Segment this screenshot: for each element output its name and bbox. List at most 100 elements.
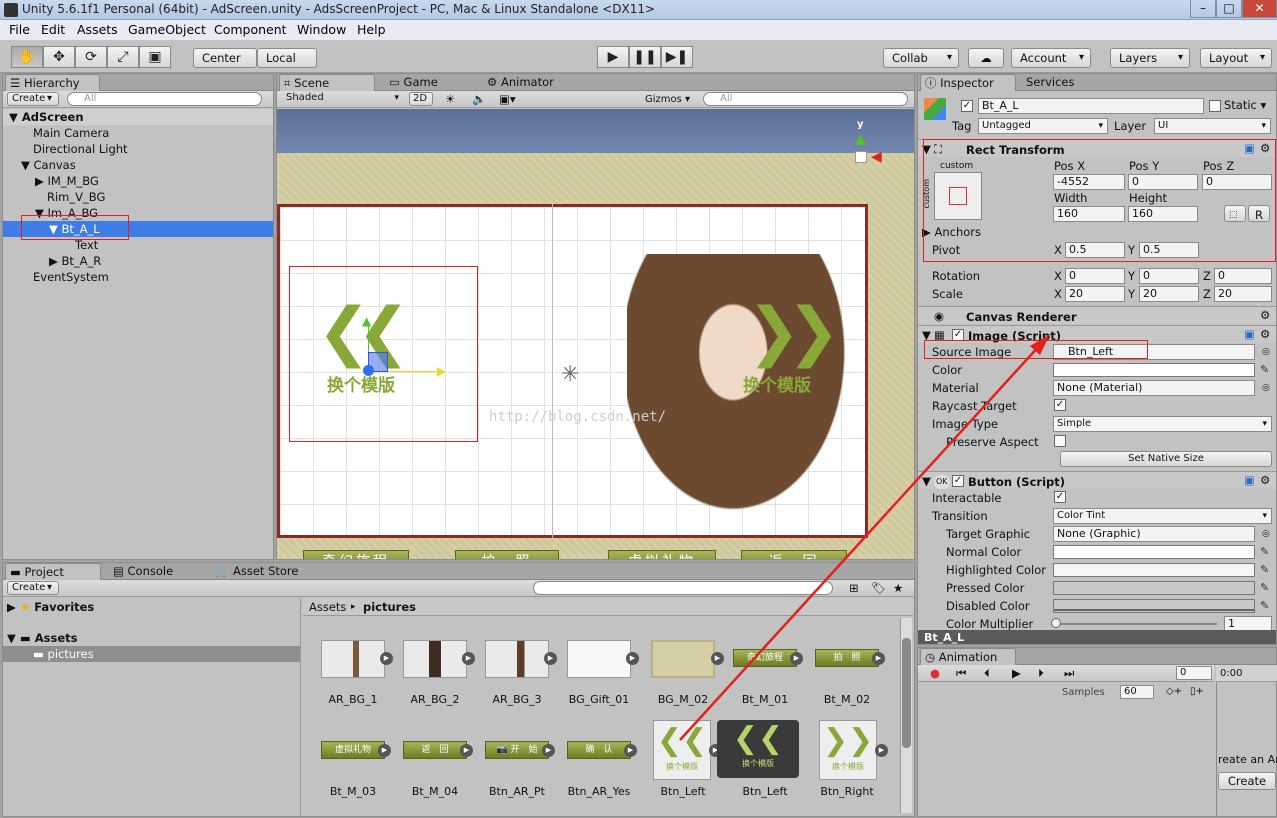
close-button[interactable]: ✕ xyxy=(1242,0,1277,18)
account-dropdown[interactable]: Account xyxy=(1011,48,1091,68)
orientation-y-cone-icon[interactable]: ▲ xyxy=(855,131,866,147)
scene-search-input[interactable]: All xyxy=(703,92,908,106)
play-icon[interactable]: ▶ xyxy=(544,652,557,665)
set-native-size-button[interactable]: Set Native Size xyxy=(1060,451,1272,467)
canvas-renderer-header[interactable]: ◉ Canvas Renderer ⚙ xyxy=(918,306,1276,324)
gizmos-dropdown[interactable]: Gizmos ▾ xyxy=(645,93,690,107)
play-icon[interactable]: ▶ xyxy=(380,652,393,665)
frame-field[interactable]: 0 xyxy=(1176,666,1212,680)
asset-thumb-btn-left[interactable]: ❮❮ 换个模版 xyxy=(653,720,711,780)
disabled-color-swatch[interactable] xyxy=(1053,599,1255,613)
play-icon[interactable]: ▶ xyxy=(711,652,724,665)
pressed-color-swatch[interactable] xyxy=(1053,581,1255,595)
menu-file[interactable]: File xyxy=(9,22,30,37)
eyedropper-icon[interactable]: ✎ xyxy=(1260,582,1272,594)
create-dropdown[interactable]: Create xyxy=(7,92,59,106)
last-frame-icon[interactable]: ⏭ xyxy=(1064,666,1074,680)
object-picker-icon[interactable]: ◎ xyxy=(1262,345,1270,359)
tab-animator[interactable]: ⚙ Animator xyxy=(483,74,573,91)
object-picker-icon[interactable]: ◎ xyxy=(1262,381,1270,395)
hierarchy-item[interactable]: ▶ Bt_A_R xyxy=(3,253,273,269)
pause-button-icon[interactable]: ❚❚ xyxy=(629,46,661,68)
normal-color-swatch[interactable] xyxy=(1053,545,1255,559)
layer-dropdown[interactable]: UI xyxy=(1154,118,1271,134)
tab-project[interactable]: ▬ Project xyxy=(5,563,101,580)
asset-thumb[interactable]: 奇幻旅程 xyxy=(733,649,797,667)
raycast-target-checkbox[interactable]: ✓ xyxy=(1054,399,1066,411)
menu-help[interactable]: Help xyxy=(357,22,386,37)
filter-label-icon[interactable]: 🏷 xyxy=(871,581,886,595)
help-icon[interactable]: ▣ xyxy=(1244,473,1255,487)
menu-assets[interactable]: Assets xyxy=(77,22,118,37)
play-icon[interactable]: ▶ xyxy=(1012,666,1021,680)
samples-field[interactable]: 60 xyxy=(1120,685,1154,699)
object-picker-icon[interactable]: ◎ xyxy=(1262,527,1270,541)
lighting-icon[interactable]: ☀ xyxy=(445,92,455,106)
menu-edit[interactable]: Edit xyxy=(41,22,65,37)
tab-game[interactable]: ▭ Game xyxy=(385,74,465,91)
hierarchy-item[interactable]: Main Camera xyxy=(3,125,273,141)
first-frame-icon[interactable]: ⏮ xyxy=(956,666,966,680)
tag-dropdown[interactable]: Untagged xyxy=(978,118,1108,134)
add-keyframe-icon[interactable]: ◇+ xyxy=(1166,685,1182,699)
play-icon[interactable]: ▶ xyxy=(875,744,888,757)
highlighted-color-swatch[interactable] xyxy=(1053,563,1255,577)
orientation-x-cone-icon[interactable]: ◀ xyxy=(871,149,882,165)
scene-root[interactable]: ▼ AdScreen xyxy=(3,109,273,125)
tab-animation[interactable]: ◷ Animation xyxy=(920,648,1016,665)
favorites-node[interactable]: ▶ ★ Favorites xyxy=(3,599,300,615)
hierarchy-item[interactable]: ▼ Canvas xyxy=(3,157,273,173)
asset-thumb[interactable]: 虚拟礼物 xyxy=(321,741,385,759)
color-swatch[interactable] xyxy=(1053,363,1255,377)
tab-scene[interactable]: ⌗ Scene xyxy=(279,74,375,91)
rotation-x-field[interactable]: 0 xyxy=(1065,268,1125,284)
object-name-field[interactable]: Bt_A_L xyxy=(978,98,1204,114)
menu-window[interactable]: Window xyxy=(297,22,346,37)
multiplier-slider-track[interactable] xyxy=(1055,623,1217,625)
rect-tool-icon[interactable]: ▣ xyxy=(139,46,171,68)
asset-thumb[interactable] xyxy=(403,640,467,678)
toggle-2d[interactable]: 2D xyxy=(409,92,433,106)
maximize-button[interactable]: □ xyxy=(1216,0,1242,18)
static-label[interactable]: Static ▾ xyxy=(1224,98,1266,112)
scene-viewport[interactable]: ❮❮ 换个模版 ❯❯ 换个模版 ▲ ▶ ✳ http://blog.csdn.n… xyxy=(277,109,914,559)
button-component-header[interactable]: ▼ OK ✓ Button (Script) ▣ ⚙ xyxy=(918,471,1276,489)
play-icon[interactable]: ▶ xyxy=(790,652,803,665)
button-enabled-checkbox[interactable]: ✓ xyxy=(952,475,964,487)
asset-thumb[interactable]: 拍 照 xyxy=(815,649,879,667)
play-icon[interactable]: ▶ xyxy=(624,744,637,757)
material-field[interactable]: None (Material) xyxy=(1053,380,1255,396)
tab-inspector[interactable]: ⓘ Inspector xyxy=(920,74,1016,91)
component-settings-icon[interactable]: ⚙ xyxy=(1260,327,1270,341)
eyedropper-icon[interactable]: ✎ xyxy=(1260,364,1272,376)
next-frame-icon[interactable]: ⏵ xyxy=(1038,666,1044,680)
rotation-z-field[interactable]: 0 xyxy=(1214,268,1272,284)
project-scrollbar[interactable] xyxy=(900,618,912,813)
pictures-folder[interactable]: ▬ pictures xyxy=(3,646,300,662)
asset-thumb[interactable] xyxy=(651,640,715,678)
eyedropper-icon[interactable]: ✎ xyxy=(1260,546,1272,558)
cloud-icon[interactable]: ☁ xyxy=(968,48,1004,68)
asset-thumb[interactable]: 📷 开 始 xyxy=(485,741,549,759)
interactable-checkbox[interactable]: ✓ xyxy=(1054,491,1066,503)
step-button-icon[interactable]: ▶❚ xyxy=(661,46,693,68)
create-clip-button[interactable]: Create xyxy=(1218,772,1276,790)
play-icon[interactable]: ▶ xyxy=(378,744,391,757)
asset-thumb-btn-right[interactable]: ❯❯ 换个模版 xyxy=(819,720,877,780)
shading-dropdown[interactable]: Shaded xyxy=(283,92,403,106)
asset-thumb[interactable]: 返 回 xyxy=(403,741,467,759)
rotation-y-field[interactable]: 0 xyxy=(1139,268,1199,284)
help-icon[interactable]: ▣ xyxy=(1244,327,1255,341)
preserve-aspect-checkbox[interactable] xyxy=(1054,435,1066,447)
hierarchy-item[interactable]: Rim_V_BG xyxy=(3,189,273,205)
hand-tool-icon[interactable]: ✋ xyxy=(11,46,43,68)
layers-dropdown[interactable]: Layers xyxy=(1110,48,1190,68)
pivot-center-toggle[interactable]: Center xyxy=(193,48,257,68)
image-type-dropdown[interactable]: Simple xyxy=(1053,416,1272,432)
asset-thumb[interactable] xyxy=(321,640,385,678)
breadcrumb-assets[interactable]: Assets xyxy=(309,600,346,614)
asset-thumb[interactable]: 确 认 xyxy=(567,741,631,759)
eyedropper-icon[interactable]: ✎ xyxy=(1260,564,1272,576)
play-icon[interactable]: ▶ xyxy=(542,744,555,757)
tab-console[interactable]: ▤ Console xyxy=(109,563,199,580)
